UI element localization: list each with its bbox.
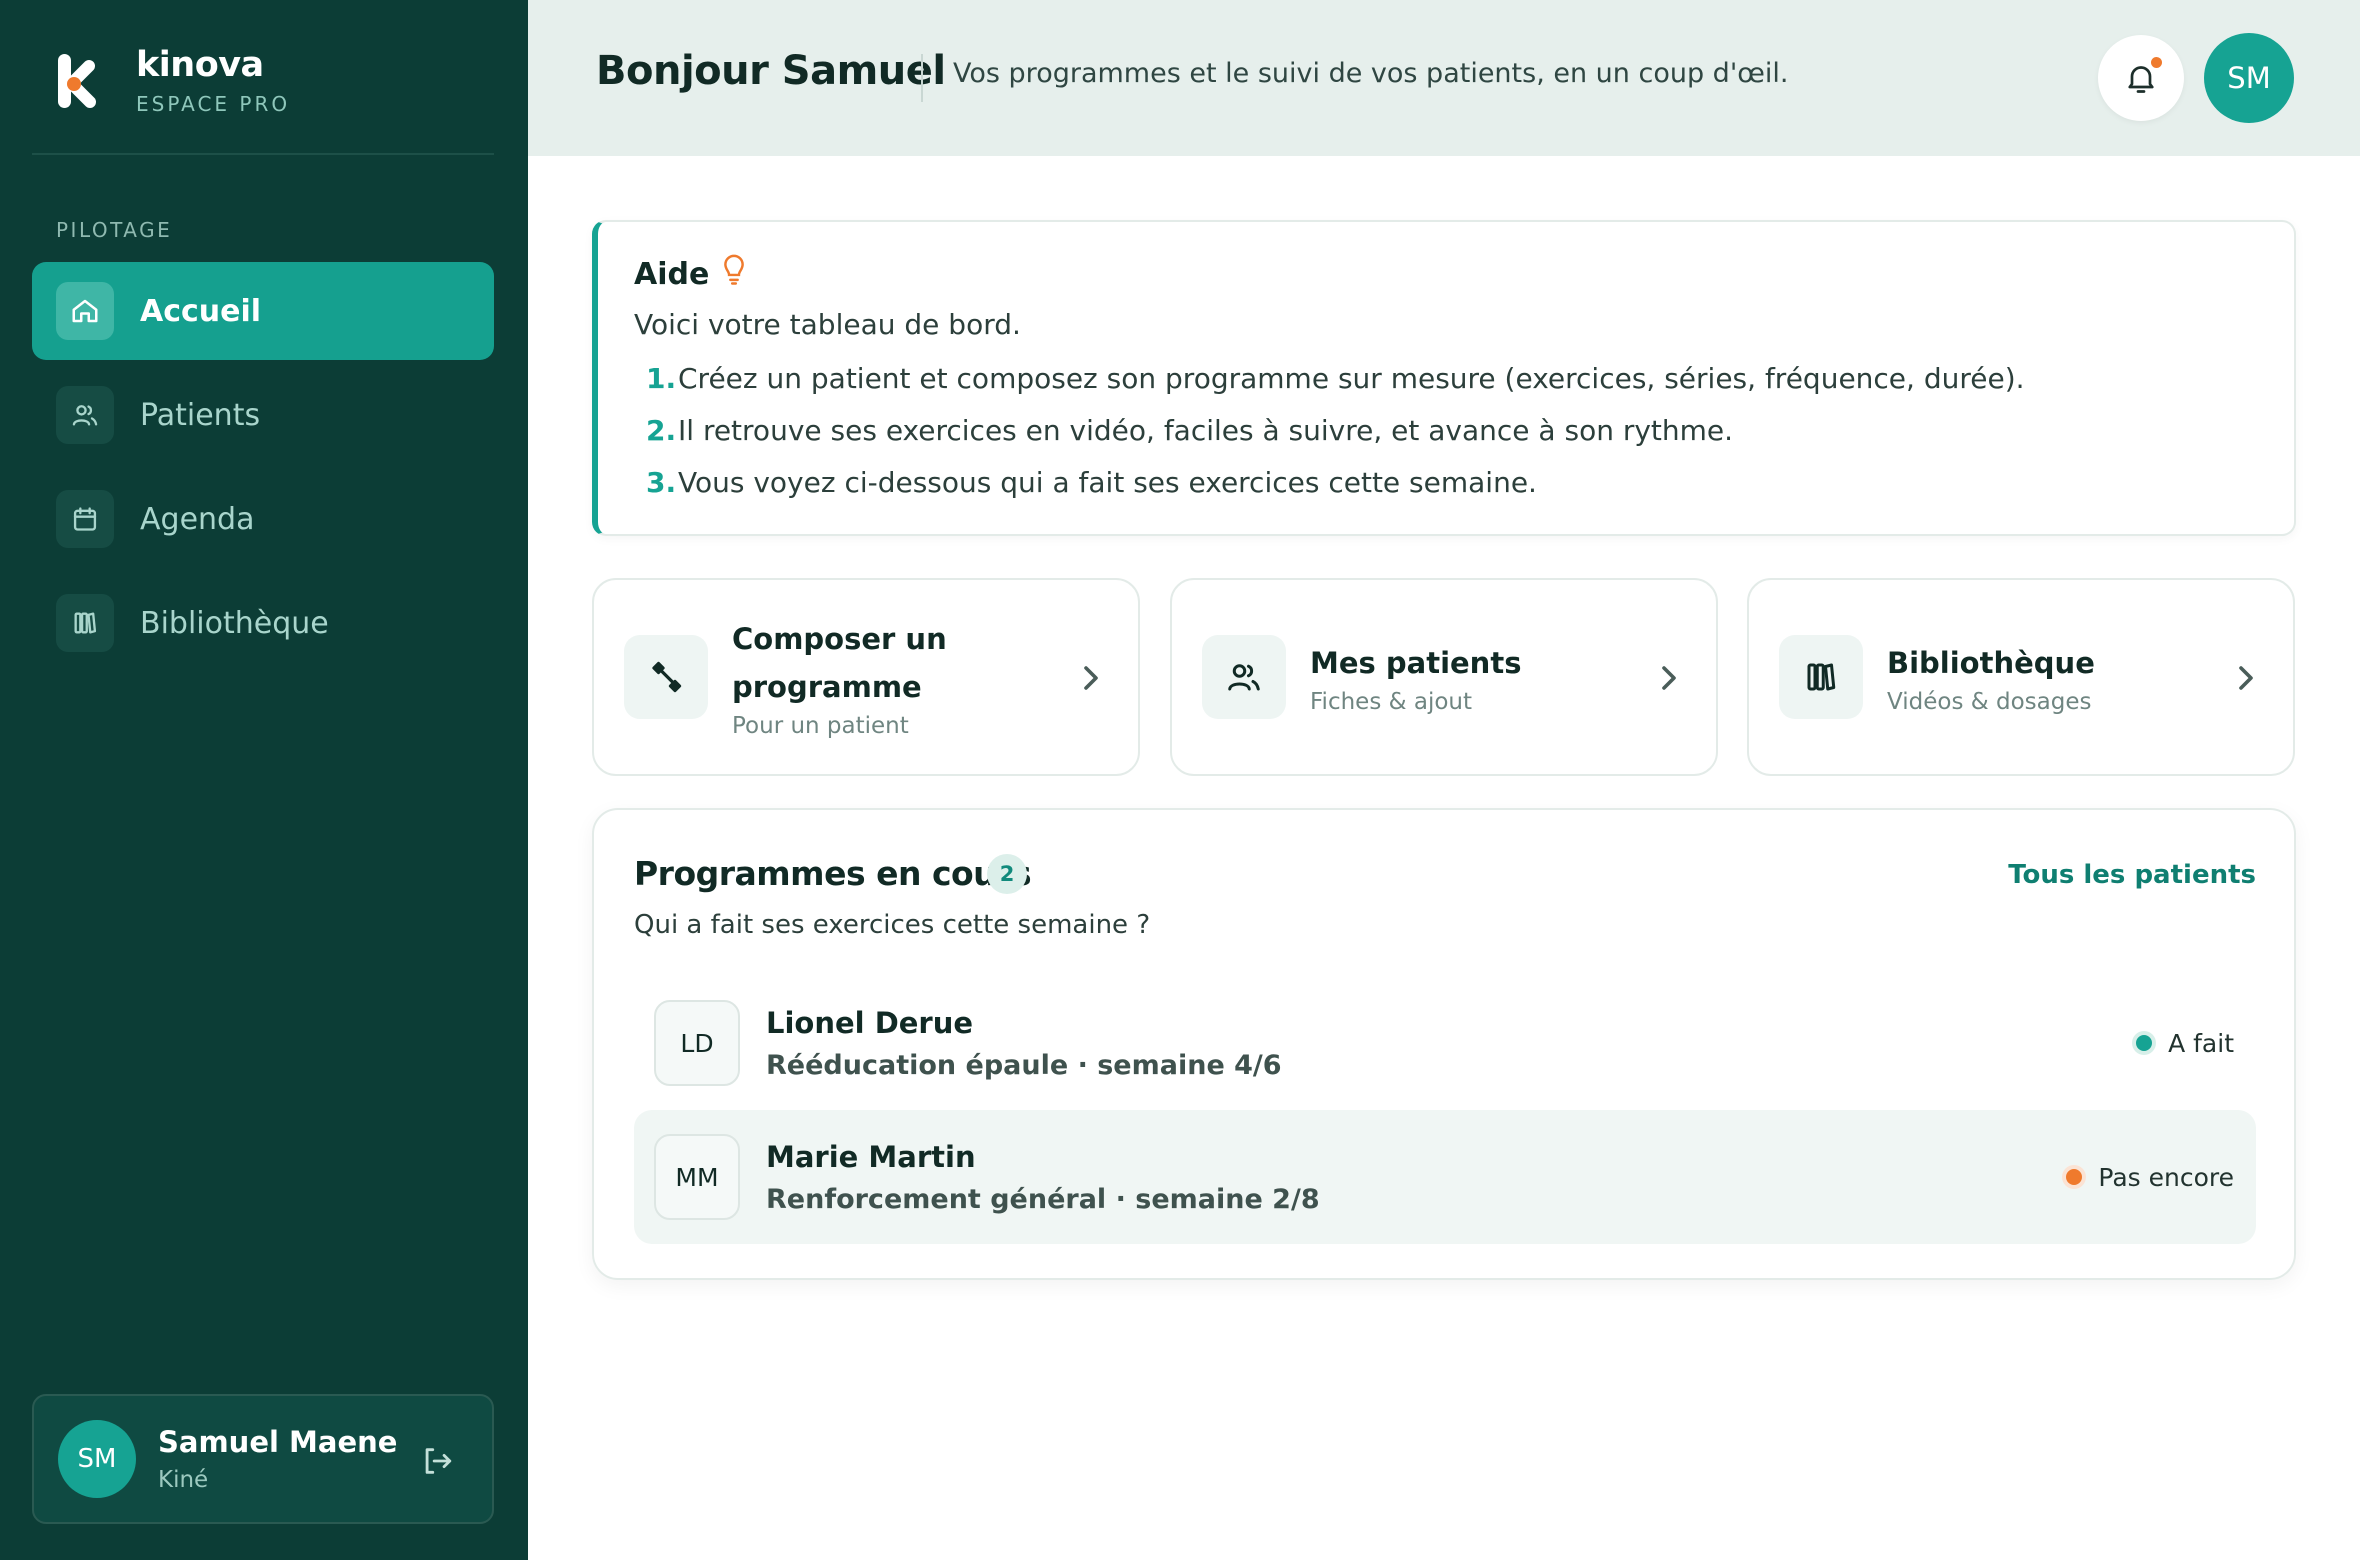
sidebar-item-agenda[interactable]: Agenda — [32, 470, 494, 568]
avatar: SM — [58, 1420, 136, 1498]
compose-program-card[interactable]: Composer un programme Pour un patient — [592, 578, 1140, 776]
wrench-icon — [624, 635, 708, 719]
patient-name: Lionel Derue — [766, 1005, 974, 1040]
divider — [921, 54, 923, 102]
library-icon — [1779, 635, 1863, 719]
calendar-icon — [56, 490, 114, 548]
step-text: Il retrouve ses exercices en vidéo, faci… — [678, 414, 1734, 447]
library-icon — [56, 594, 114, 652]
divider — [32, 153, 494, 155]
section-subtitle: Qui a fait ses exercices cette semaine ? — [634, 910, 1151, 940]
card-subtitle: Fiches & ajout — [1310, 689, 1473, 715]
patient-row[interactable]: LD Lionel Derue Rééducation épaule · sem… — [634, 976, 2256, 1110]
user-card[interactable]: SM Samuel Maene Kiné — [32, 1394, 494, 1524]
brand[interactable]: kinova ESPACE PRO — [32, 36, 290, 126]
sidebar-item-bibliotheque[interactable]: Bibliothèque — [32, 574, 494, 672]
help-step: 3. Vous voyez ci-dessous qui a fait ses … — [646, 466, 2025, 518]
status-dot — [2066, 1169, 2083, 1185]
help-title: Aide — [634, 254, 747, 294]
help-step: 1. Créez un patient et composez son prog… — [646, 362, 2025, 414]
patient-avatar: LD — [654, 1000, 740, 1086]
card-title-line: programme — [732, 670, 922, 704]
card-title-line: Composer un — [732, 622, 947, 656]
help-step: 2. Il retrouve ses exercices en vidéo, f… — [646, 414, 2025, 466]
help-steps: 1. Créez un patient et composez son prog… — [646, 362, 2025, 518]
notification-dot — [2151, 57, 2162, 68]
card-title: Bibliothèque — [1887, 646, 2095, 680]
card-subtitle: Vidéos & dosages — [1887, 689, 2092, 715]
patient-name: Marie Martin — [766, 1139, 976, 1174]
logout-icon[interactable] — [420, 1444, 454, 1478]
help-intro: Voici votre tableau de bord. — [634, 308, 1021, 341]
patient-programme: Renforcement général · semaine 2/8 — [766, 1183, 1320, 1215]
card-subtitle: Pour un patient — [732, 713, 909, 739]
section-title: Programmes en cours — [634, 854, 1032, 893]
step-text: Vous voyez ci-dessous qui a fait ses exe… — [678, 466, 1537, 499]
status-badge: A fait — [2136, 976, 2234, 1110]
lightbulb-icon — [721, 254, 747, 294]
patient-programme: Rééducation épaule · semaine 4/6 — [766, 1049, 1282, 1081]
home-icon — [56, 282, 114, 340]
status-dot — [2136, 1035, 2153, 1051]
sidebar-item-label: Accueil — [140, 293, 262, 329]
nav-section-label: PILOTAGE — [56, 218, 173, 242]
chevron-right-icon — [1662, 666, 1676, 690]
programmes-panel: Programmes en cours 2 Tous les patients … — [592, 808, 2296, 1280]
kinova-logo-icon — [32, 36, 122, 126]
all-patients-link[interactable]: Tous les patients — [2008, 860, 2256, 890]
sidebar-item-label: Bibliothèque — [140, 605, 329, 641]
status-label: A fait — [2168, 1028, 2234, 1058]
step-text: Créez un patient et composez son program… — [678, 362, 2025, 395]
users-icon — [56, 386, 114, 444]
sidebar-item-patients[interactable]: Patients — [32, 366, 494, 464]
patient-row[interactable]: MM Marie Martin Renforcement général · s… — [634, 1110, 2256, 1244]
sidebar-item-accueil[interactable]: Accueil — [32, 262, 494, 360]
chevron-right-icon — [1084, 666, 1098, 690]
sidebar-item-label: Agenda — [140, 501, 255, 537]
step-number: 2. — [646, 414, 677, 447]
library-card[interactable]: Bibliothèque Vidéos & dosages — [1747, 578, 2295, 776]
card-title: Mes patients — [1310, 646, 1522, 680]
my-patients-card[interactable]: Mes patients Fiches & ajout — [1170, 578, 1718, 776]
top-header: Bonjour Samuel Vos programmes et le suiv… — [528, 0, 2360, 156]
status-badge: Pas encore — [2066, 1110, 2234, 1244]
count-badge: 2 — [987, 854, 1027, 894]
page-tagline: Vos programmes et le suivi de vos patien… — [953, 58, 1789, 89]
sidebar: kinova ESPACE PRO PILOTAGE Accueil Patie… — [0, 0, 528, 1560]
users-icon — [1202, 635, 1286, 719]
sidebar-nav: Accueil Patients Agenda Bibliothèque — [32, 262, 494, 678]
page-title: Bonjour Samuel — [596, 48, 946, 94]
step-number: 3. — [646, 466, 677, 499]
user-role: Kiné — [158, 1467, 209, 1493]
avatar[interactable]: SM — [2204, 33, 2294, 123]
user-name: Samuel Maene — [158, 1425, 398, 1459]
patient-avatar: MM — [654, 1134, 740, 1220]
step-number: 1. — [646, 362, 677, 395]
help-panel: Aide Voici votre tableau de bord. 1. Cré… — [592, 220, 2296, 536]
notifications-button[interactable] — [2098, 35, 2184, 121]
card-title: Composer un programme — [732, 615, 947, 711]
status-label: Pas encore — [2098, 1162, 2234, 1192]
chevron-right-icon — [2239, 666, 2253, 690]
brand-name: kinova — [136, 44, 264, 85]
brand-subtitle: ESPACE PRO — [136, 92, 291, 117]
sidebar-item-label: Patients — [140, 397, 261, 433]
help-title-text: Aide — [634, 256, 710, 292]
